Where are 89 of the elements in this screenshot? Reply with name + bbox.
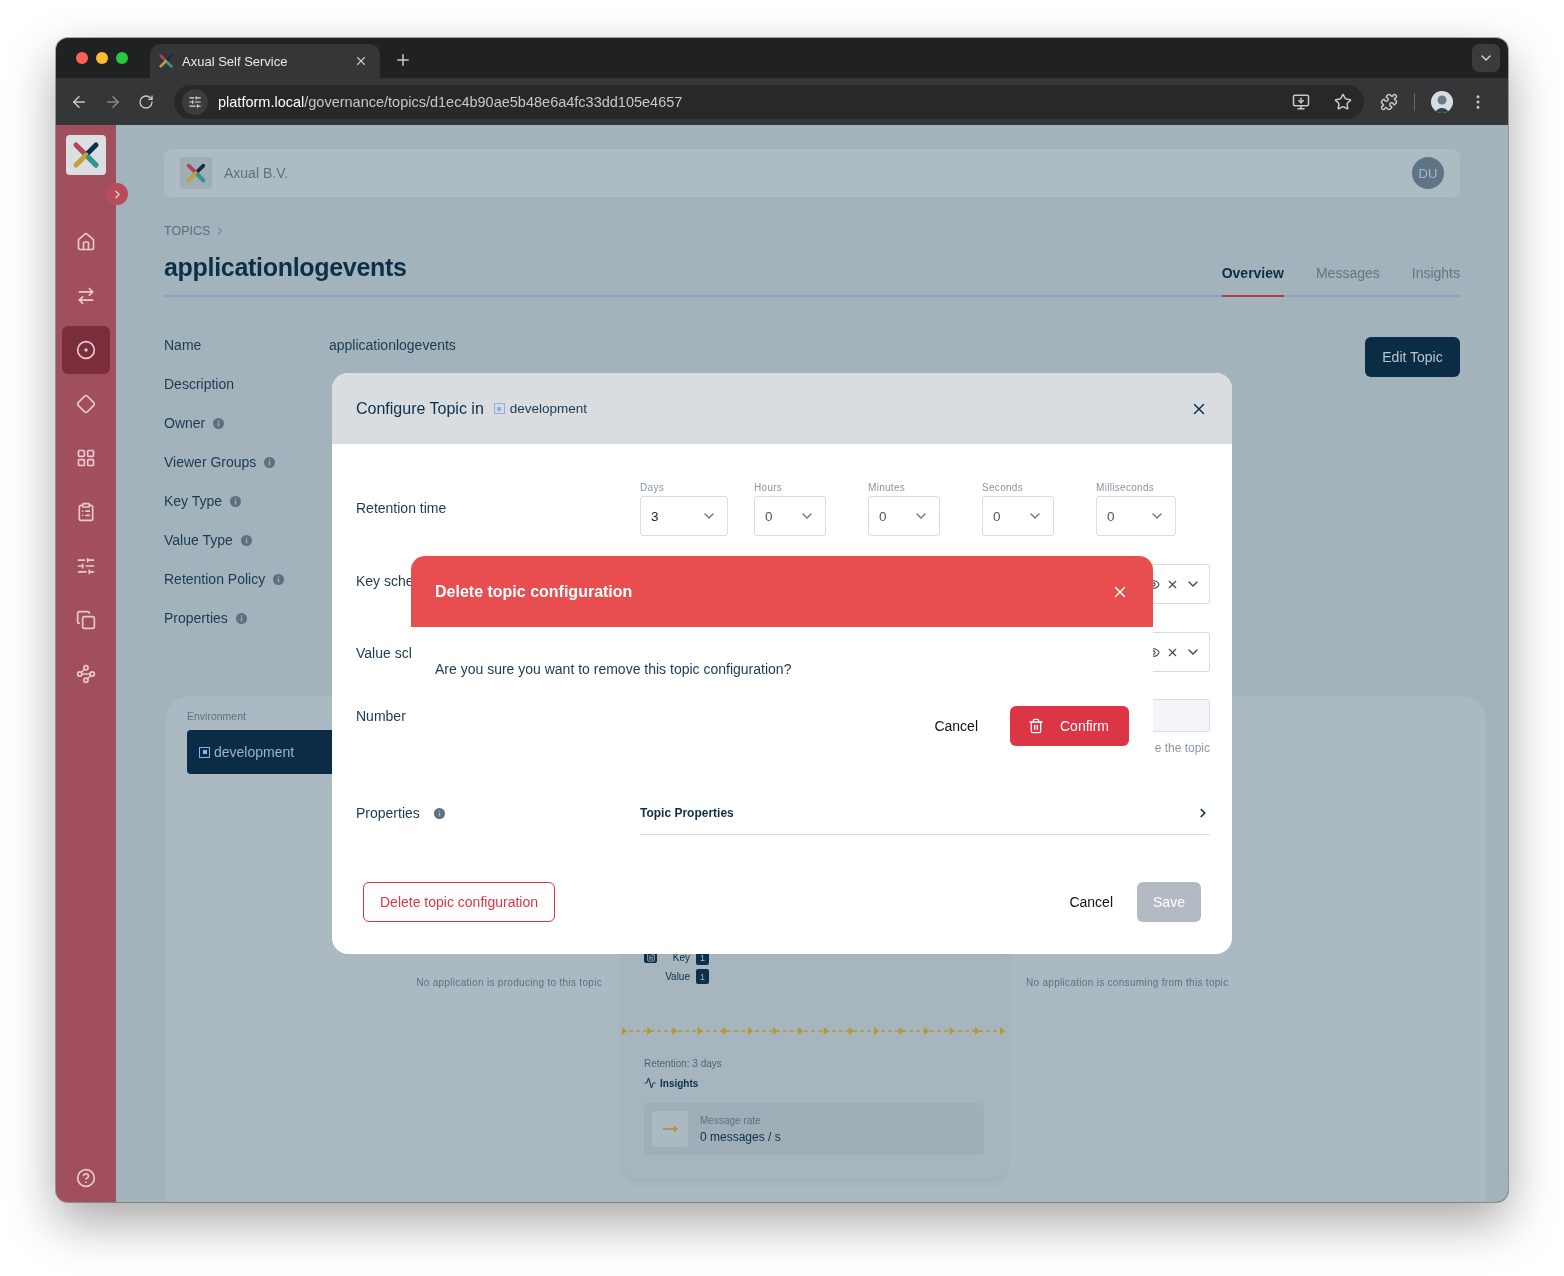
environment-label: Environment xyxy=(187,710,246,722)
close-window-button[interactable] xyxy=(76,52,88,64)
retention-text: Retention: 3 days xyxy=(644,1058,723,1069)
sidebar-item[interactable] xyxy=(62,326,110,374)
environment-icon xyxy=(493,403,505,414)
detail-value: applicationlogevents xyxy=(329,337,457,355)
minimize-window-button[interactable] xyxy=(96,52,108,64)
url-text: platform.local/governance/topics/d1ec4b90ae5b48e6a4fc33dd105e4657 xyxy=(218,93,684,110)
copy-icon xyxy=(76,610,96,630)
target-icon xyxy=(76,340,96,360)
info-icon xyxy=(273,574,285,585)
site-settings-icon[interactable] xyxy=(182,88,208,115)
star-icon[interactable] xyxy=(1334,92,1352,111)
edit-topic-button[interactable]: Edit Topic xyxy=(1365,337,1460,377)
cancel-button[interactable]: Cancel xyxy=(1061,894,1121,910)
trash-icon xyxy=(1028,718,1044,734)
info-icon xyxy=(433,808,445,819)
dialog-title: Configure Topic in xyxy=(356,399,484,418)
delete-configuration-button[interactable]: Delete topic configuration xyxy=(363,882,555,922)
metric-value: 0 messages / s xyxy=(700,1129,781,1144)
producers-note: No application is producing to this topic xyxy=(416,977,602,988)
tab-menu-button[interactable] xyxy=(1472,44,1500,72)
confirm-button[interactable]: Confirm xyxy=(1010,706,1129,746)
insights-link[interactable]: Insights xyxy=(644,1077,984,1089)
field-label: Number xyxy=(356,708,406,724)
reload-icon[interactable] xyxy=(138,93,154,110)
diamond-icon xyxy=(76,394,96,414)
info-icon xyxy=(230,496,242,507)
detail-label: Key Type xyxy=(164,493,223,509)
dialog-message: Are you sure you want to remove this topic configuration? xyxy=(435,661,793,677)
field-label: Value scl xyxy=(356,645,412,661)
info-icon xyxy=(264,457,276,468)
schema-count: 1 xyxy=(696,969,709,984)
unit-select[interactable]: 0 xyxy=(1096,496,1176,536)
app-logo[interactable] xyxy=(66,135,106,175)
unit-label: Days xyxy=(640,482,665,493)
logo-icon xyxy=(158,53,174,69)
logo-icon xyxy=(71,140,101,170)
detail-label: Description xyxy=(164,376,235,392)
detail-label: Retention Policy xyxy=(164,571,266,587)
detail-label: Name xyxy=(164,337,202,353)
page-title: applicationlogevents xyxy=(164,253,408,282)
field-label: Properties xyxy=(356,805,420,821)
profile-avatar[interactable] xyxy=(1431,90,1453,113)
unit-label: Seconds xyxy=(982,482,1025,493)
schema-label: Key xyxy=(671,952,690,963)
browser-tab[interactable]: Axual Self Service xyxy=(150,44,380,78)
close-tab-icon[interactable] xyxy=(354,54,368,68)
grid-icon xyxy=(76,448,96,468)
info-icon xyxy=(235,613,247,624)
schema-label: Value xyxy=(664,971,690,982)
clipboard-icon xyxy=(76,502,96,522)
org-name: Axual B.V. xyxy=(224,165,290,181)
unit-label: Minutes xyxy=(868,482,907,493)
puzzle-icon[interactable] xyxy=(1380,92,1398,111)
topic-properties-link[interactable]: Topic Properties xyxy=(640,803,1210,835)
help-icon[interactable] xyxy=(76,1168,96,1188)
unit-label: Hours xyxy=(754,482,784,493)
address-bar[interactable]: platform.local/governance/topics/d1ec4b90ae5b48e6a4fc33dd105e4657 xyxy=(174,84,1364,119)
install-icon[interactable] xyxy=(1292,92,1310,111)
unit-select[interactable]: 0 xyxy=(868,496,940,536)
environment-icon xyxy=(199,746,210,758)
consumers-note: No application is consuming from this topic xyxy=(1026,977,1230,988)
unit-select[interactable]: 0 xyxy=(982,496,1054,536)
detail-label: Owner xyxy=(164,415,206,431)
unit-select[interactable]: 3 xyxy=(640,496,728,536)
info-icon xyxy=(240,535,252,546)
nodes-icon xyxy=(76,664,96,684)
unit-label: Milliseconds xyxy=(1096,482,1156,493)
environment-name: development xyxy=(509,401,588,416)
arrows-icon xyxy=(76,286,96,306)
info-icon xyxy=(213,418,225,429)
tab-title: Axual Self Service xyxy=(182,53,289,69)
detail-label: Value Type xyxy=(164,532,233,548)
field-hint: e the topic xyxy=(1153,741,1210,755)
home-icon xyxy=(76,232,96,252)
expand-sidebar-button[interactable] xyxy=(106,183,128,205)
unit-select[interactable]: 0 xyxy=(754,496,826,536)
cancel-button[interactable]: Cancel xyxy=(926,718,986,734)
metric-label: Message rate xyxy=(700,1114,762,1126)
tab[interactable]: Overview xyxy=(1221,265,1284,297)
detail-label: Properties xyxy=(164,610,228,626)
field-label: Retention time xyxy=(356,500,447,516)
detail-label: Viewer Groups xyxy=(164,454,257,470)
dialog-title: Delete topic configuration xyxy=(435,582,633,601)
new-tab-icon[interactable] xyxy=(394,51,412,69)
sliders-icon xyxy=(76,556,96,576)
activity-icon xyxy=(644,1077,656,1089)
maximize-window-button[interactable] xyxy=(116,52,128,64)
